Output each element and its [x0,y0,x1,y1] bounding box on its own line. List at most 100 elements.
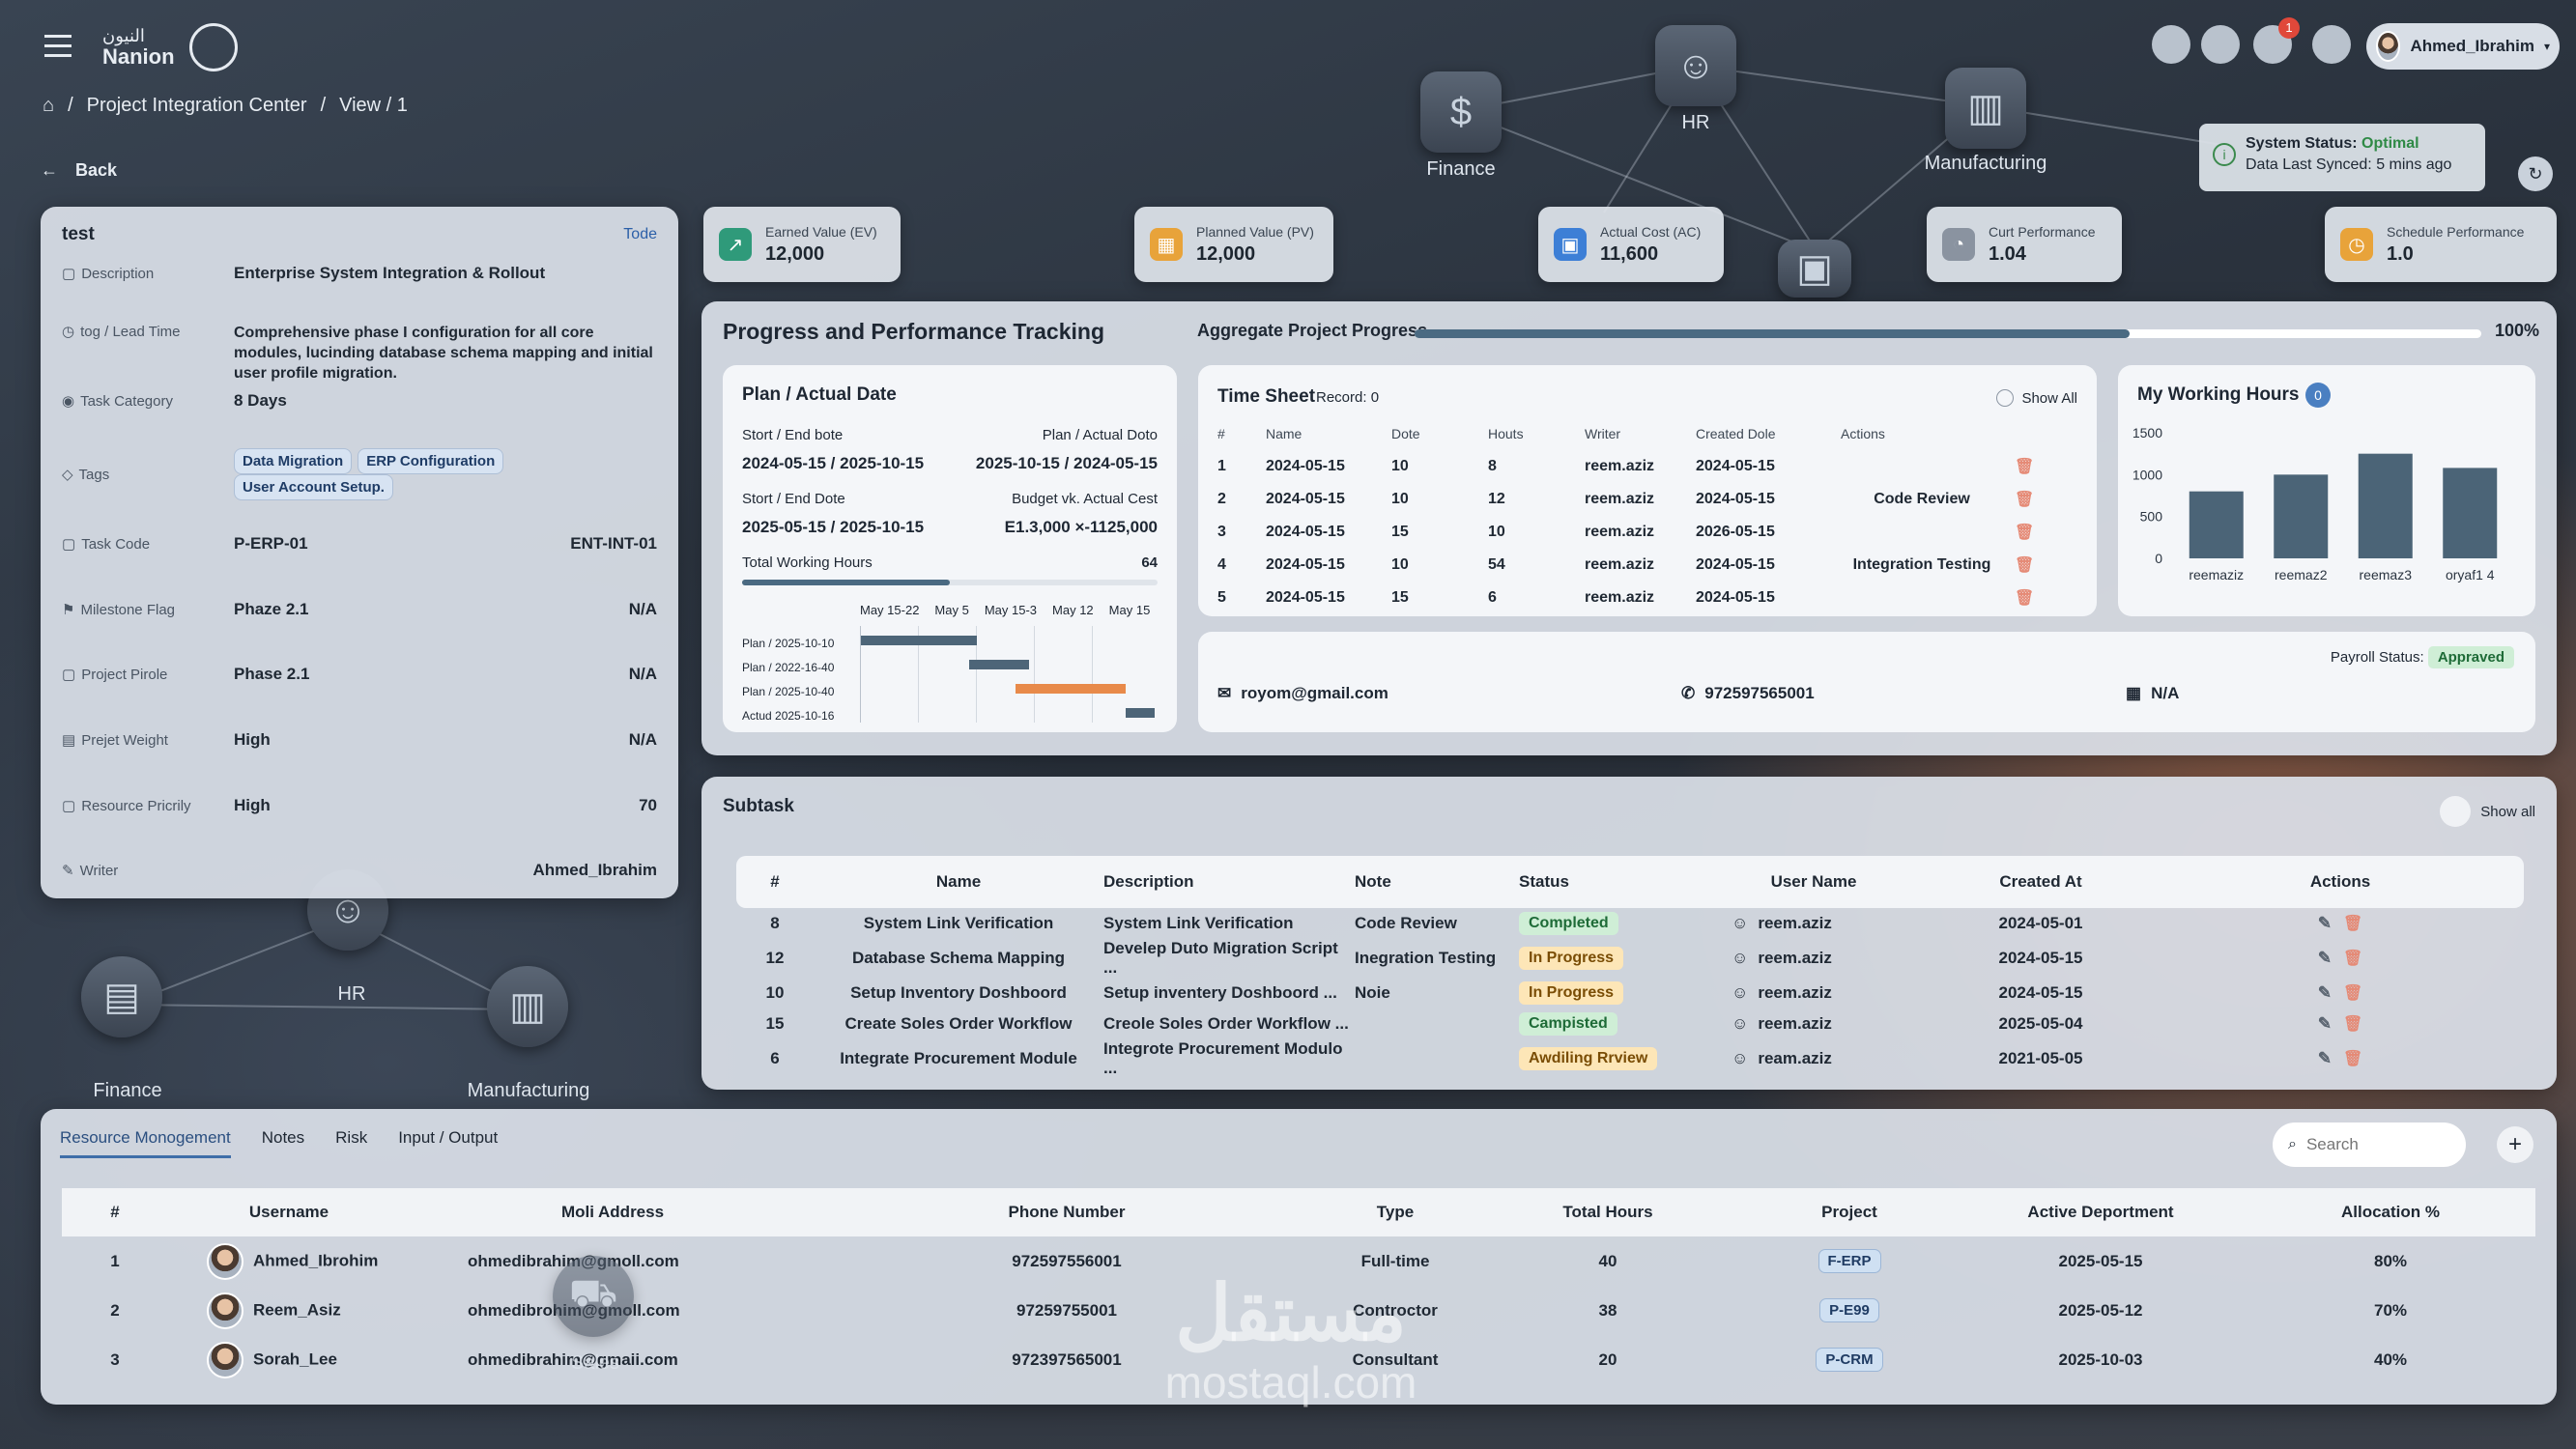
trend-icon: ↗ [719,228,752,261]
show-all-icon [1996,389,2015,407]
kpi-schedule-performance: ◷ Schedule Performance 1.0 [2325,207,2557,282]
edit-link[interactable]: Tode [623,226,657,243]
trash-icon[interactable]: 🗑 [2015,557,2034,574]
info-row: ▢ Resource Pricrily High 70 [62,796,657,814]
working-hours-card: My Working Hours 0 1500 1000 500 0 reemaziz r… [2118,365,2535,616]
edit-icon[interactable]: ✎ [2318,949,2332,967]
contact-phone[interactable]: ✆ 972597565001 [1681,684,1815,703]
contact-email[interactable]: ✉ royom@gmail.com [1217,684,1388,703]
trash-icon[interactable]: 🗑 [2343,1016,2362,1033]
timesheet-table: # Name Dote Houts Writer Created Dole Actions … [1212,417,2087,614]
category-icon: ◉ [62,393,75,410]
count-badge: 0 [2305,383,2331,408]
subtask-row: 10 Setup Inventory Doshboord Setup invente… [736,978,2524,1009]
tag-chip[interactable]: ERP Configuration [358,448,504,474]
user-icon: ☺ [1732,983,1749,1002]
pen-icon: ✎ [62,863,74,879]
logo-arabic: النيون [102,26,145,45]
breadcrumb-item[interactable]: Project Integration Center [87,95,307,117]
avatar [207,1242,243,1280]
filter-icon [2440,796,2472,827]
chevron-down-icon: ▾ [2543,40,2550,53]
bar[interactable] [2274,474,2329,558]
hours-bar [742,580,1158,585]
status-badge: Completed [1519,912,1618,935]
finance-node-icon[interactable]: $ [1420,71,1502,153]
info-row: ◉ Task Category 8 Days [62,391,287,410]
subtask-show-all-button[interactable]: Show all [2440,796,2535,827]
gantt-bar [969,660,1029,669]
bar[interactable] [2358,453,2413,558]
search-input[interactable] [2305,1135,2432,1154]
avatar [207,1341,243,1378]
tab-notes[interactable]: Notes [262,1128,304,1158]
kpi-earned-value: ↗ Earned Value (EV) 12,000 [703,207,901,282]
trash-icon[interactable]: 🗑 [2015,525,2034,541]
avatar [207,1292,243,1329]
contact-card: Payroll Status: Appraved ✉ royom@gmail.co… [1198,632,2535,732]
logo[interactable]: النيون Nanion [102,27,175,70]
timesheet-row: 5 2024-05-15 15 6 reem.aziz 2024-05-15 🗑 [1217,589,2035,607]
search-icon: ⌕ [2288,1136,2297,1152]
plan-actual-card: Plan / Actual Date Stort / End bote Plan… [723,365,1177,732]
settings-button[interactable] [2201,25,2240,64]
user-menu[interactable]: Ahmed_Ibrahim ▾ [2366,23,2560,70]
project-pill[interactable]: P-E99 [1819,1298,1879,1322]
edit-icon[interactable]: ✎ [2318,914,2332,932]
status-badge: In Progress [1519,981,1624,1005]
hr-node-label: HR [1681,112,1710,133]
trash-icon[interactable]: 🗑 [2015,459,2034,475]
bar[interactable] [2189,491,2244,558]
tab-risk[interactable]: Risk [335,1128,367,1158]
hr-node-icon[interactable]: ☺ [1655,25,1736,106]
edit-icon[interactable]: ✎ [2318,1014,2332,1033]
status-badge: Awdiling Rrview [1519,1047,1658,1070]
info-row: ⚑ Milestone Flag Phaze 2.1 N/A [62,600,657,618]
help-button[interactable] [2312,25,2351,64]
info-row: ▢ Description Enterprise System Integratio… [62,264,546,282]
watermark-latin: mostaql.com [1164,1357,1417,1407]
timesheet-row: 2 2024-05-15 10 12 reem.aziz 2024-05-15 Code R… [1217,491,2035,508]
tab-resource-management[interactable]: Resource Monogement [60,1128,231,1158]
tag-chip[interactable]: Data Migration [234,448,353,474]
manufacturing-node-icon[interactable]: ▥ [1945,68,2026,149]
gauge-icon: ◔ [1942,228,1975,261]
add-button[interactable]: + [2497,1126,2533,1163]
trash-icon[interactable]: 🗑 [2343,1051,2362,1067]
back-button[interactable]: ← Back [41,160,117,181]
inventory-node-icon[interactable]: ▣ [1778,240,1851,298]
y-tick-label: 1000 [2132,467,2162,482]
user-icon: ☺ [1732,914,1749,932]
trash-icon[interactable]: 🗑 [2343,951,2362,967]
project-pill[interactable]: P-CRM [1816,1348,1883,1372]
x-tick-label: reemaziz [2189,567,2244,582]
edit-icon[interactable]: ✎ [2318,983,2332,1002]
show-all-button[interactable]: Show All [1996,389,2077,407]
trash-icon[interactable]: 🗑 [2015,590,2034,607]
role-icon: ▢ [62,667,76,683]
manufacturing-node-icon: ▥ [487,966,568,1047]
bar[interactable] [2443,468,2498,558]
project-pill[interactable]: F-ERP [1818,1249,1881,1273]
tag-chip[interactable]: User Account Setup. [234,474,393,500]
resource-tabs: Resource Monogement Notes Risk Input / O… [60,1128,498,1158]
home-icon[interactable]: ⌂ [43,95,54,117]
user-icon: ☺ [1732,949,1749,967]
trash-icon[interactable]: 🗑 [2015,492,2034,508]
finance-node-label: Finance [1426,158,1496,180]
refresh-icon[interactable]: ↻ [2518,156,2553,191]
sales-node-icon: ⛟ [553,1256,634,1337]
edit-icon[interactable]: ✎ [2318,1049,2332,1067]
plan-title: Plan / Actual Date [742,384,897,405]
trash-icon[interactable]: 🗑 [2343,916,2362,932]
progress-title: Progress and Performance Tracking [723,319,1104,344]
search-box[interactable]: ⌕ [2273,1122,2466,1167]
apps-button[interactable] [2152,25,2190,64]
menu-icon[interactable] [44,35,72,57]
gantt-chart: May 15-22 May 5 May 15-3 May 12 May 15 Plan … [742,603,1158,723]
tab-input-output[interactable]: Input / Output [398,1128,498,1158]
y-tick-label: 500 [2140,509,2163,525]
watermark-arabic: مستقل [1175,1270,1407,1356]
avatar [2376,31,2401,62]
trash-icon[interactable]: 🗑 [2343,985,2362,1002]
